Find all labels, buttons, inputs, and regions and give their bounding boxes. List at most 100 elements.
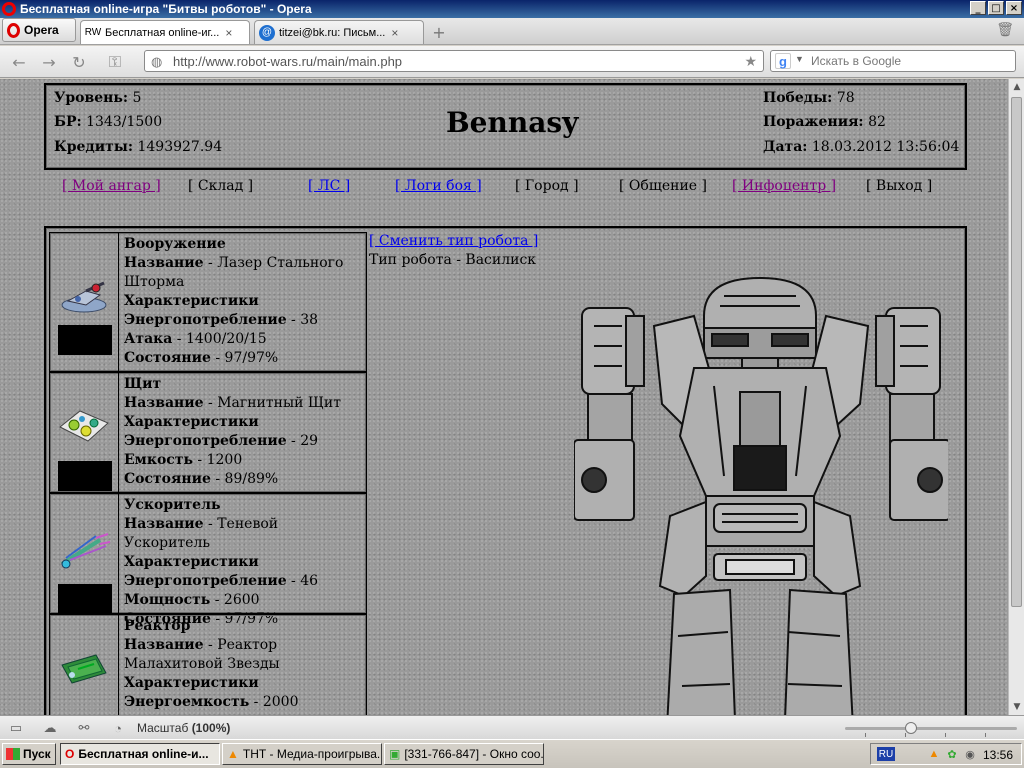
item-slot-box xyxy=(58,461,112,491)
item-line: Реактор xyxy=(124,618,191,634)
address-field[interactable]: ◍ http://www.robot-wars.ru/main/main.php… xyxy=(144,50,764,72)
maximize-button[interactable]: □ xyxy=(988,1,1004,15)
menu-messages-link[interactable]: [ ЛС ] xyxy=(308,178,350,194)
item-line: Состояние - 89/89% xyxy=(124,471,279,487)
window-titlebar: Бесплатная online-игра "Битвы роботов" -… xyxy=(0,0,1024,18)
item-line: Атака - 1400/20/15 xyxy=(124,331,267,347)
opera-icon: O xyxy=(65,747,75,761)
item-line: Энергопотребление - 29 xyxy=(124,433,319,449)
close-window-button[interactable]: × xyxy=(1006,1,1022,15)
icq-tray-icon[interactable]: ✿ xyxy=(945,747,959,761)
panel-toggle-icon[interactable]: ▭ xyxy=(8,720,24,736)
item-line: Характеристики xyxy=(124,293,259,309)
start-button[interactable]: Пуск xyxy=(2,743,56,765)
chevron-down-icon[interactable]: ▼ xyxy=(795,54,804,64)
reload-icon[interactable]: ↻ xyxy=(68,52,90,72)
forward-arrow-icon[interactable]: → xyxy=(38,52,60,72)
tab-mail[interactable]: @ titzei@bk.ru: Письм... × xyxy=(254,20,424,44)
equipment-item-weapon: Вооружение Название - Лазер Стального Шт… xyxy=(49,232,367,372)
system-tray: RU ▲ ✿ ◉ 13:56 xyxy=(870,743,1022,765)
search-placeholder: Искать в Google xyxy=(811,54,902,68)
tab-label: titzei@bk.ru: Письм... xyxy=(279,26,386,39)
windows-flag-icon xyxy=(6,748,20,760)
key-icon[interactable]: ⚿ xyxy=(104,52,126,72)
page-scrollbar[interactable]: ▲ ▼ xyxy=(1008,79,1024,715)
item-line: Название - Лазер Стального Шторма xyxy=(124,255,344,290)
tab-label: Бесплатная online-иг... xyxy=(105,26,220,39)
google-icon: g xyxy=(775,53,791,69)
losses-stat: Поражения: 82 xyxy=(763,114,886,130)
zoom-slider-knob[interactable] xyxy=(905,722,917,734)
player-info-panel: Уровень: 5 БР: 1343/1500 Кредиты: 149392… xyxy=(44,83,967,170)
item-line: Мощность - 2600 xyxy=(124,592,260,608)
reactor-icon[interactable] xyxy=(56,649,112,689)
taskbar-opera-button[interactable]: O Бесплатная online-и... xyxy=(60,743,220,765)
new-tab-icon[interactable]: + xyxy=(428,21,450,43)
vlc-tray-icon[interactable]: ▲ xyxy=(927,747,941,761)
bookmark-star-icon[interactable]: ★ xyxy=(744,53,757,70)
opera-logo-icon xyxy=(7,22,20,38)
network-tray-icon[interactable]: ◉ xyxy=(963,747,977,761)
opera-logo-icon xyxy=(2,2,16,16)
page-viewport: Уровень: 5 БР: 1343/1500 Кредиты: 149392… xyxy=(0,79,1008,715)
speed-dial-icon[interactable]: ◔ xyxy=(110,720,126,736)
menu-battle-logs-link[interactable]: [ Логи боя ] xyxy=(395,178,482,194)
scrollbar-thumb[interactable] xyxy=(1011,97,1022,607)
back-arrow-icon[interactable]: ← xyxy=(8,52,30,72)
close-tab-icon[interactable]: × xyxy=(391,26,398,40)
trash-icon[interactable]: 🗑 xyxy=(996,22,1014,38)
robot-illustration xyxy=(574,276,948,715)
change-robot-type-link[interactable]: [ Сменить тип робота ] xyxy=(369,233,538,249)
language-indicator[interactable]: RU xyxy=(877,747,895,761)
opera-menu-button[interactable]: Opera xyxy=(2,18,76,42)
item-slot-box xyxy=(58,325,112,355)
shield-icon[interactable] xyxy=(56,405,112,445)
hangar-panel: Вооружение Название - Лазер Стального Шт… xyxy=(44,226,967,715)
item-line: Название - Теневой Ускоритель xyxy=(124,516,279,551)
robot-type-label: Тип робота - Василиск xyxy=(369,252,537,268)
scroll-up-icon[interactable]: ▲ xyxy=(1009,79,1024,95)
booster-icon[interactable] xyxy=(56,532,112,572)
br-stat: БР: 1343/1500 xyxy=(54,114,163,130)
credits-stat: Кредиты: 1493927.94 xyxy=(54,139,223,155)
cloud-icon[interactable]: ☁ xyxy=(42,720,58,736)
item-line: Энергопотребление - 38 xyxy=(124,312,319,328)
menu-warehouse[interactable]: [ Склад ] xyxy=(188,178,253,194)
item-line: Название - Магнитный Щит xyxy=(124,395,341,411)
tab-bar: Opera RW Бесплатная online-иг... × @ tit… xyxy=(0,18,1024,45)
opera-menu-label: Opera xyxy=(24,23,59,37)
search-input[interactable]: g ▼ Искать в Google xyxy=(770,50,1016,72)
menu-chat[interactable]: [ Общение ] xyxy=(619,178,707,194)
close-tab-icon[interactable]: × xyxy=(225,26,232,40)
item-line: Название - Реактор Малахитовой Звезды xyxy=(124,637,280,672)
level-stat: Уровень: 5 xyxy=(54,90,142,106)
menu-my-hangar-link[interactable]: [ Мой ангар ] xyxy=(62,178,161,194)
mail-favicon-icon: @ xyxy=(259,24,275,41)
menu-infocenter-link[interactable]: [ Инфоцентр ] xyxy=(732,178,836,194)
item-line: Характеристики xyxy=(124,554,259,570)
minimize-button[interactable]: _ xyxy=(970,1,986,15)
clock: 13:56 xyxy=(982,748,1013,762)
tab-robot-wars[interactable]: RW Бесплатная online-иг... × xyxy=(80,20,250,44)
player-name: Bennasy xyxy=(446,106,579,139)
windows-taskbar: Пуск O Бесплатная online-и... ▲ ТНТ - Ме… xyxy=(0,739,1024,768)
date-stat: Дата: 18.03.2012 13:56:04 xyxy=(763,139,960,155)
globe-icon: ◍ xyxy=(151,54,163,69)
wins-stat: Победы: 78 xyxy=(763,90,855,106)
zoom-slider[interactable] xyxy=(845,722,1017,737)
equipment-item-booster: Ускоритель Название - Теневой Ускоритель… xyxy=(49,493,367,627)
laser-icon[interactable] xyxy=(56,277,112,317)
vlc-cone-icon: ▲ xyxy=(227,747,239,761)
taskbar-chat-button[interactable]: ▣ [331-766-847] - Окно соо... xyxy=(384,743,544,765)
chat-window-icon: ▣ xyxy=(389,747,401,761)
item-line: Емкость - 1200 xyxy=(124,452,243,468)
taskbar-player-button[interactable]: ▲ ТНТ - Медиа-проигрыва... xyxy=(222,743,382,765)
scroll-down-icon[interactable]: ▼ xyxy=(1009,699,1024,715)
item-line: Энергопотребление - 46 xyxy=(124,573,319,589)
equipment-item-reactor: Реактор Название - Реактор Малахитовой З… xyxy=(49,614,367,715)
share-icon[interactable]: ⚯ xyxy=(76,720,92,736)
menu-exit[interactable]: [ Выход ] xyxy=(866,178,932,194)
item-slot-box xyxy=(58,584,112,614)
equipment-item-shield: Щит Название - Магнитный Щит Характерист… xyxy=(49,372,367,493)
menu-city[interactable]: [ Город ] xyxy=(515,178,579,194)
